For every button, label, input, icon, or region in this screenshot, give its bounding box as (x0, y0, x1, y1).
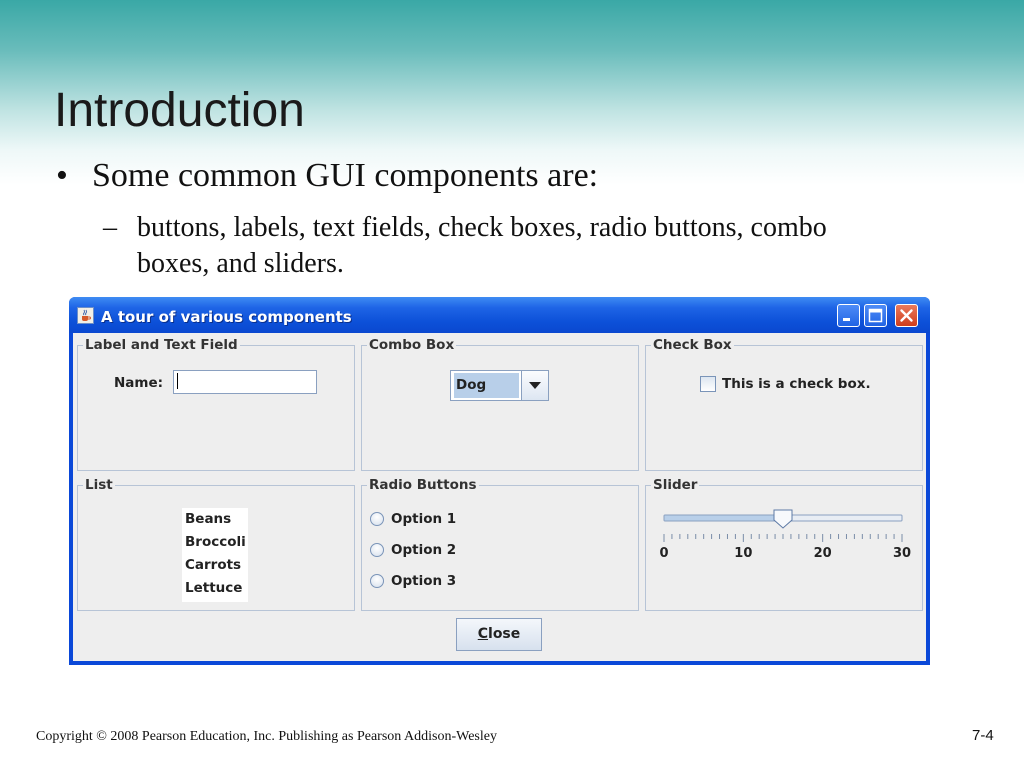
slider-thumb[interactable] (773, 509, 793, 529)
slide-title: Introduction (54, 84, 305, 137)
java-cup-icon (77, 307, 94, 324)
sub-bullet-text: buttons, labels, text fields, check boxe… (137, 212, 827, 279)
group-title: Check Box (651, 337, 734, 353)
list-item[interactable]: Lettuce (182, 577, 248, 600)
window-title: A tour of various components (101, 308, 352, 326)
list-item[interactable]: Broccoli (182, 531, 248, 554)
combo-box-group: Combo Box Dog (361, 337, 639, 471)
radio-label[interactable]: Option 3 (391, 573, 456, 589)
window-content: Label and Text Field Name: Combo Box Dog… (73, 333, 926, 661)
bullet-item: • Some common GUI components are: (56, 157, 598, 195)
combo-dropdown-button[interactable] (521, 371, 548, 400)
copyright-footer: Copyright © 2008 Pearson Education, Inc.… (36, 729, 497, 744)
sub-bullet-marker: – (103, 212, 117, 243)
name-label: Name: (114, 375, 164, 391)
slider-group: Slider 0 10 20 30 (645, 477, 923, 611)
name-input[interactable] (173, 370, 317, 394)
bullet-marker: • (56, 157, 68, 194)
slider-tick-label: 30 (892, 546, 912, 561)
group-title: Label and Text Field (83, 337, 240, 353)
animal-combo-box[interactable]: Dog (450, 370, 549, 401)
page-number: 7-4 (972, 727, 994, 744)
combo-selected-value: Dog (454, 373, 519, 398)
list-group: List Beans Broccoli Carrots Lettuce (77, 477, 355, 611)
minimize-icon (843, 318, 850, 321)
list-item[interactable]: Beans (182, 508, 248, 531)
slider-tick-label: 0 (659, 546, 669, 561)
chevron-down-icon (529, 382, 541, 389)
title-bar[interactable]: A tour of various components (69, 297, 930, 333)
sub-bullet-item: – buttons, labels, text fields, check bo… (103, 210, 903, 282)
check-box-group: Check Box This is a check box. (645, 337, 923, 471)
group-title: Combo Box (367, 337, 457, 353)
maximize-button[interactable] (864, 304, 887, 327)
slider-track-fill (664, 515, 784, 521)
bullet-text: Some common GUI components are: (92, 157, 599, 194)
group-title: List (83, 477, 115, 493)
vegetable-list[interactable]: Beans Broccoli Carrots Lettuce (182, 508, 248, 602)
close-icon (900, 309, 913, 322)
list-item[interactable]: Carrots (182, 554, 248, 577)
slider[interactable] (646, 486, 922, 610)
slider-ticks (663, 534, 903, 542)
slider-tick-label: 20 (813, 546, 832, 561)
radio-button[interactable] (370, 543, 384, 557)
minimize-button[interactable] (837, 304, 860, 327)
radio-label[interactable]: Option 2 (391, 542, 456, 558)
maximize-icon (868, 308, 883, 323)
close-window-button[interactable] (895, 304, 918, 327)
radio-button[interactable] (370, 574, 384, 588)
radio-buttons-group: Radio Buttons Option 1 Option 2 Option 3 (361, 477, 639, 611)
close-button[interactable]: Close (456, 618, 542, 651)
close-mnemonic: C (477, 626, 489, 642)
radio-button[interactable] (370, 512, 384, 526)
text-caret (177, 373, 178, 389)
slider-tick-label: 10 (734, 546, 753, 561)
radio-label[interactable]: Option 1 (391, 511, 456, 527)
check-box-label[interactable]: This is a check box. (722, 376, 871, 392)
close-label: lose (488, 626, 521, 642)
group-title: Radio Buttons (367, 477, 479, 493)
label-text-field-group: Label and Text Field Name: (77, 337, 355, 471)
sample-check-box[interactable] (700, 376, 716, 392)
app-window: A tour of various components Label and T… (69, 297, 930, 665)
